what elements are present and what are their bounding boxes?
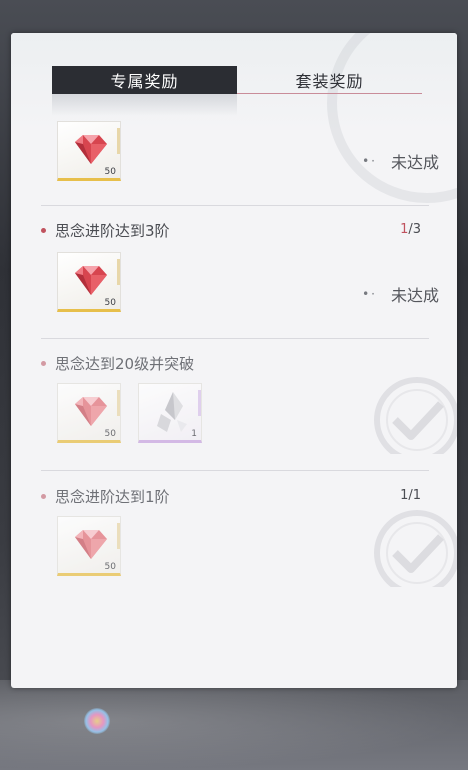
- task-progress: 1/1: [400, 488, 421, 503]
- reward-quantity: 1: [191, 429, 197, 439]
- rarity-strip: [117, 390, 120, 416]
- completed-check-icon: [374, 510, 457, 587]
- background-scenery: [0, 680, 468, 770]
- decorative-ring: [327, 33, 457, 203]
- crystal-shard-icon: [157, 392, 187, 432]
- divider: [41, 338, 429, 339]
- reward-item[interactable]: 50: [57, 252, 121, 312]
- status-not-achieved: •· 未达成: [362, 282, 439, 306]
- rarity-strip: [198, 390, 201, 416]
- reward-tabs: 专属奖励 套装奖励: [52, 66, 422, 94]
- reward-quantity: 50: [104, 429, 116, 439]
- progress-total: /3: [408, 222, 421, 237]
- task-title: 思念进阶达到3阶: [41, 220, 170, 241]
- reward-quantity: 50: [104, 167, 116, 177]
- bullet-dot: [41, 228, 46, 233]
- red-gem-icon: [75, 266, 107, 295]
- tab-active-shadow: [52, 94, 237, 116]
- red-gem-icon: [75, 530, 107, 559]
- reward-item[interactable]: 50: [57, 383, 121, 443]
- dots-icon: •·: [362, 154, 377, 168]
- bullet-dot: [41, 494, 46, 499]
- rarity-strip: [117, 128, 120, 154]
- task-title-text: 思念进阶达到1阶: [55, 488, 170, 506]
- task-title-text: 思念达到20级并突破: [55, 355, 195, 373]
- reward-panel: 专属奖励 套装奖励 50 •· 未达成 思念进阶达到3阶 1/3 50 •· 未…: [11, 33, 457, 688]
- tab-set-rewards[interactable]: 套装奖励: [237, 66, 422, 94]
- status-text: 未达成: [390, 286, 439, 305]
- task-progress: 1/3: [400, 222, 421, 237]
- task-title: 思念达到20级并突破: [41, 353, 194, 374]
- bullet-dot: [41, 361, 46, 366]
- background-light-orb: [84, 708, 110, 734]
- task-title: 思念进阶达到1阶: [41, 486, 170, 507]
- progress-total: /1: [408, 488, 421, 503]
- red-gem-icon: [75, 397, 107, 426]
- rarity-strip: [117, 259, 120, 285]
- reward-quantity: 50: [104, 298, 116, 308]
- task-title-text: 思念进阶达到3阶: [55, 222, 170, 240]
- reward-item[interactable]: 50: [57, 516, 121, 576]
- status-not-achieved: •· 未达成: [362, 149, 439, 173]
- divider: [41, 205, 429, 206]
- rarity-strip: [117, 523, 120, 549]
- red-gem-icon: [75, 135, 107, 164]
- status-text: 未达成: [390, 153, 439, 172]
- reward-quantity: 50: [104, 562, 116, 572]
- dots-icon: •·: [362, 287, 377, 301]
- reward-item[interactable]: 1: [138, 383, 202, 443]
- divider: [41, 470, 429, 471]
- completed-check-icon: [374, 377, 457, 454]
- reward-item[interactable]: 50: [57, 121, 121, 181]
- tab-exclusive-rewards[interactable]: 专属奖励: [52, 66, 237, 94]
